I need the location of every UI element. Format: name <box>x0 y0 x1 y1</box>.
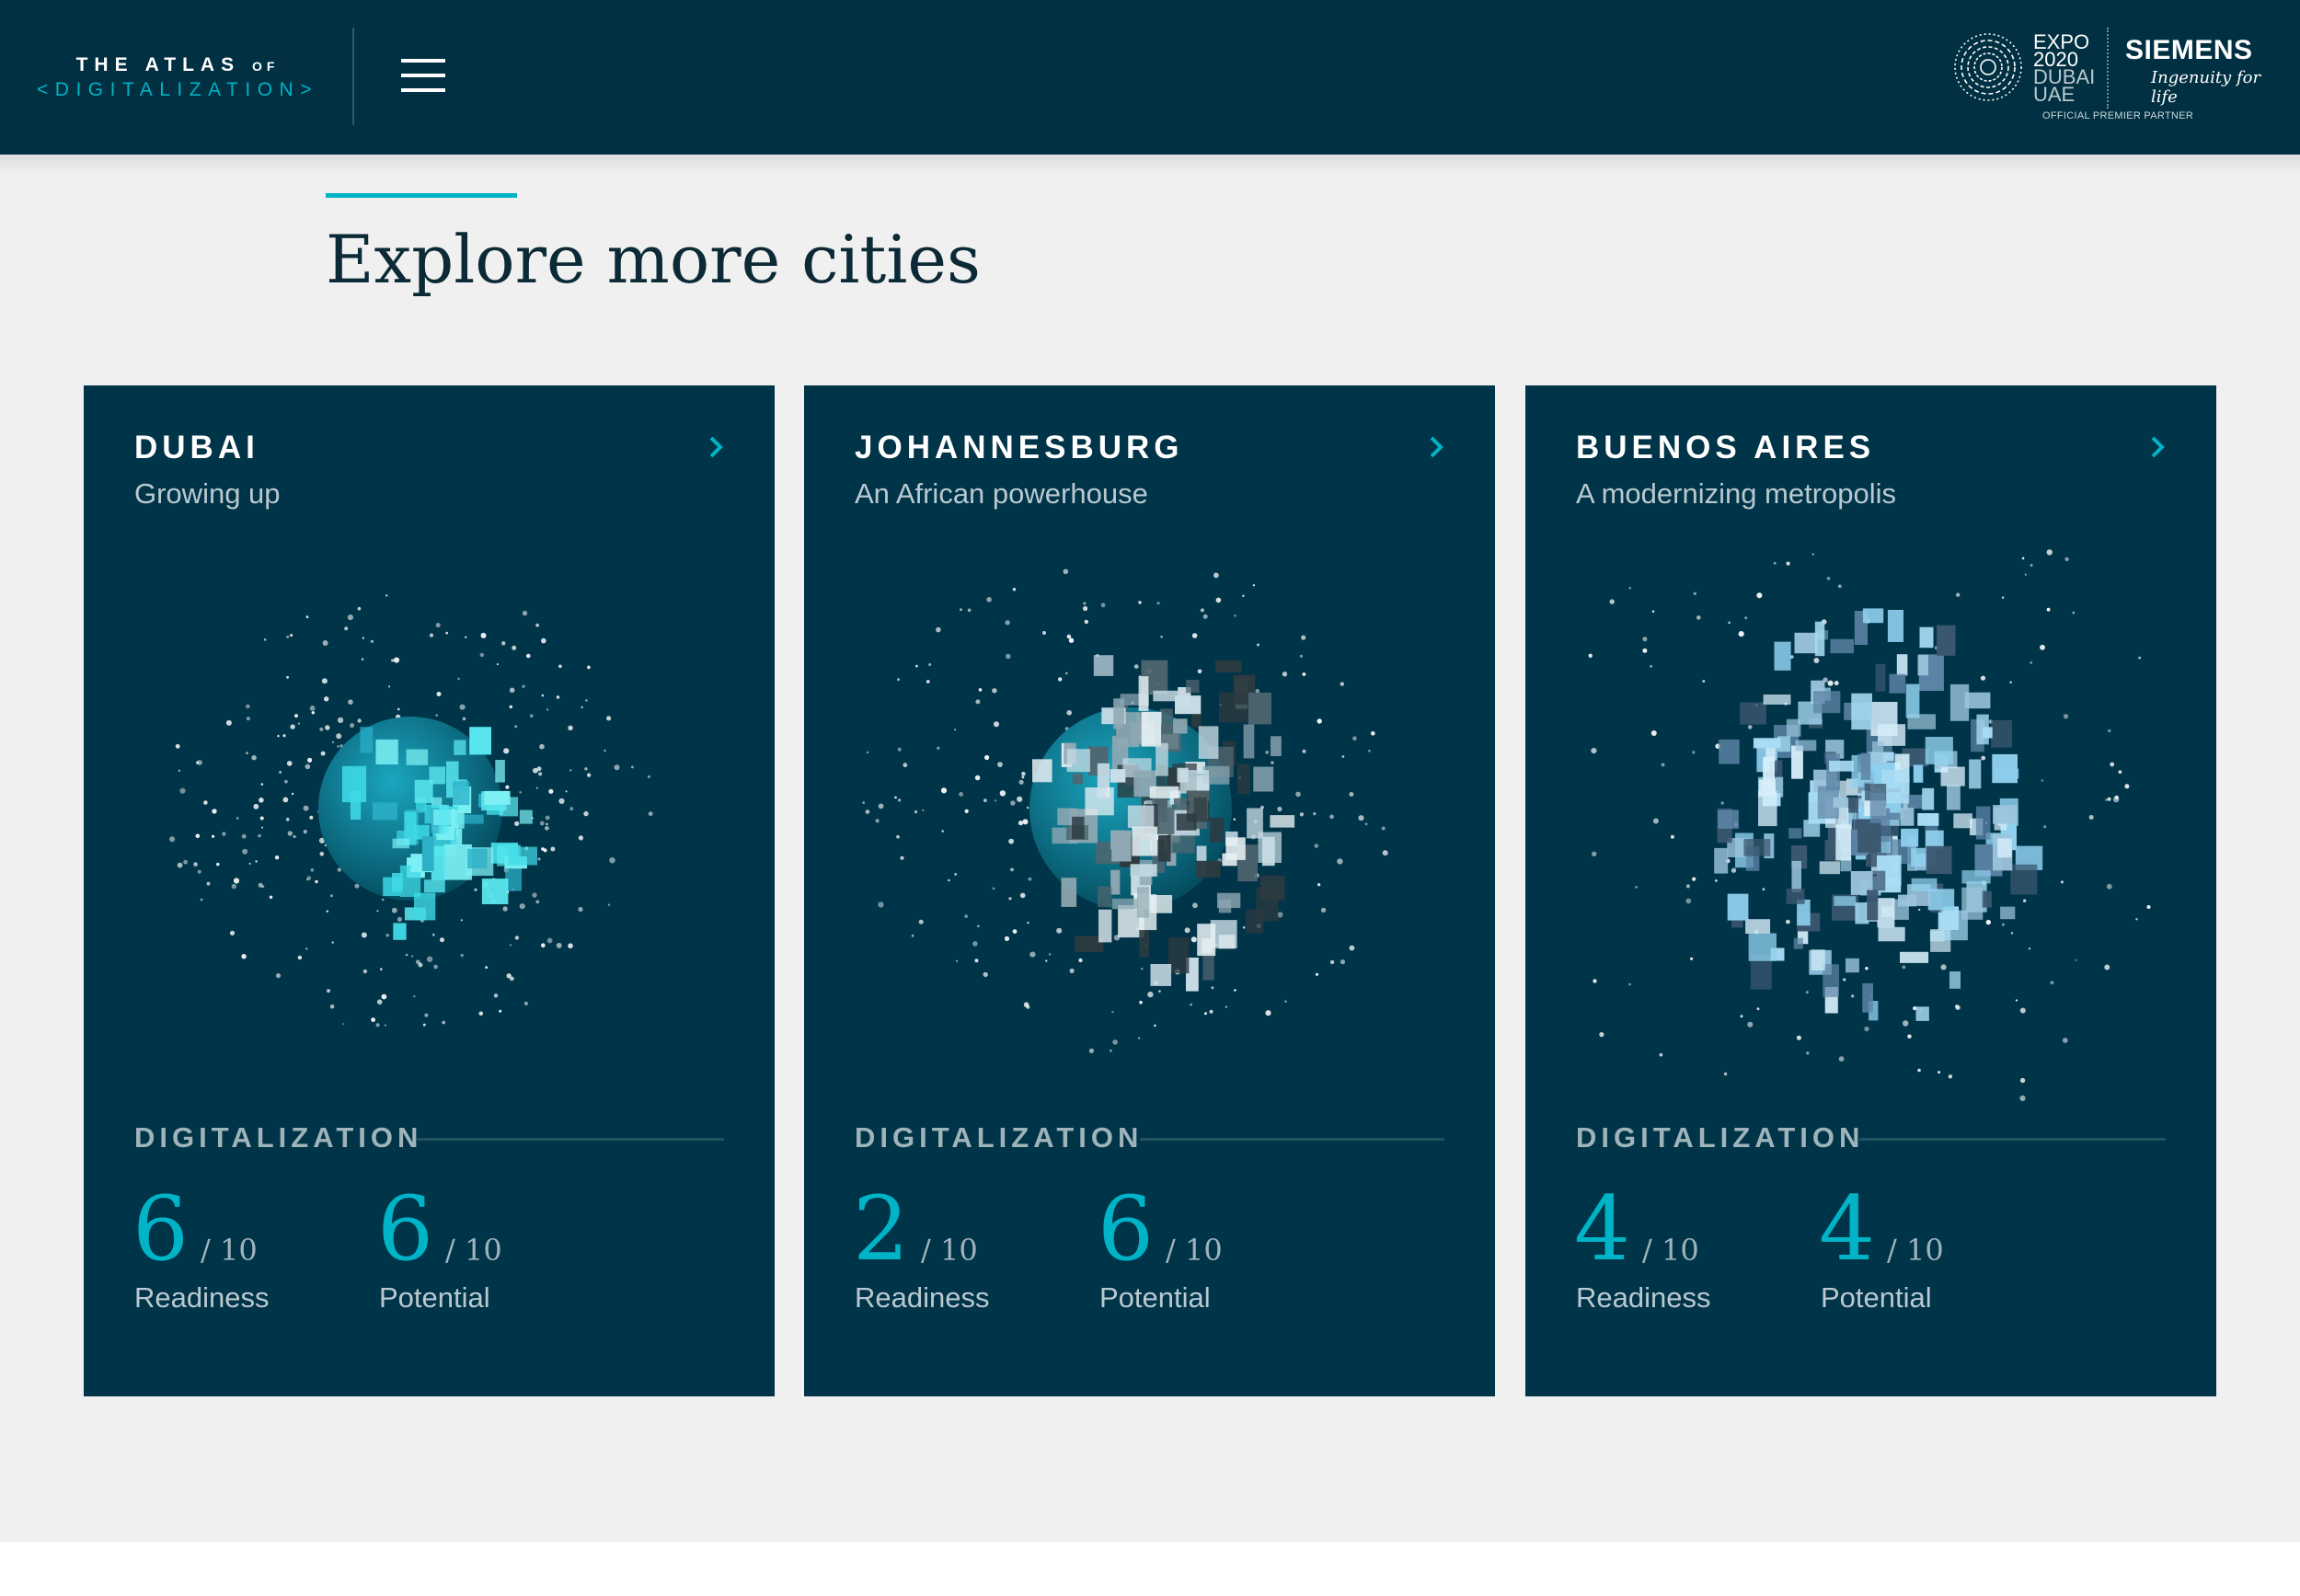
potential-value: 4 <box>1819 1177 1876 1280</box>
potential-max: / 10 <box>1887 1233 1944 1268</box>
readiness-value: 2 <box>853 1177 910 1280</box>
readiness-value: 4 <box>1574 1177 1631 1280</box>
chevron-right-icon[interactable] <box>2145 431 2170 463</box>
chevron-right-icon[interactable] <box>703 431 729 463</box>
readiness-value: 6 <box>132 1177 190 1280</box>
readiness-score: 2 / 10 Readiness <box>853 1177 1085 1314</box>
potential-label: Potential <box>379 1281 490 1314</box>
readiness-max: / 10 <box>921 1233 978 1268</box>
digitalization-globe-icon <box>169 594 653 1028</box>
readiness-max: / 10 <box>201 1233 258 1268</box>
potential-value: 6 <box>377 1177 434 1280</box>
title-accent-bar <box>326 193 517 198</box>
city-card-dubai[interactable]: DUBAI Growing up DIGITALIZATION 6 / 10 R… <box>84 385 775 1396</box>
digitalization-globe-icon <box>862 568 1388 1053</box>
hamburger-menu-icon[interactable] <box>396 55 453 98</box>
section-title: Explore more cities <box>326 221 981 298</box>
chevron-right-icon[interactable] <box>1423 431 1449 463</box>
potential-score: 6 / 10 Potential <box>1098 1177 1329 1314</box>
partner-logo-group[interactable]: EXPO 2020 DUBAI UAE SIEMENS Ingenuity fo… <box>1941 22 2282 132</box>
partner-divider <box>2107 28 2109 109</box>
city-card-johannesburg[interactable]: JOHANNESBURG An African powerhouse DIGIT… <box>804 385 1495 1396</box>
digitalization-globe-icon <box>1588 549 2151 1101</box>
potential-label: Potential <box>1099 1281 1211 1314</box>
digitalization-divider <box>417 1138 724 1141</box>
site-header: THE ATLAS OF <DIGITALIZATION> EXPO 2020 … <box>0 0 2300 155</box>
expo-wordmark: EXPO 2020 DUBAI UAE <box>2033 30 2096 106</box>
logo-subtitle: <DIGITALIZATION> <box>37 79 318 100</box>
potential-value: 6 <box>1098 1177 1155 1280</box>
card-city-subtitle: An African powerhouse <box>855 477 1148 510</box>
header-shadow <box>0 155 2300 175</box>
siemens-wordmark: SIEMENS <box>2125 35 2253 65</box>
potential-max: / 10 <box>445 1233 502 1268</box>
card-city-subtitle: Growing up <box>134 477 281 510</box>
partner-caption: OFFICIAL PREMIER PARTNER <box>2042 110 2194 121</box>
readiness-label: Readiness <box>855 1281 990 1314</box>
potential-label: Potential <box>1821 1281 1932 1314</box>
potential-max: / 10 <box>1166 1233 1223 1268</box>
card-city-name: BUENOS AIRES <box>1576 430 1876 465</box>
city-card-buenos-aires[interactable]: BUENOS AIRES A modernizing metropolis DI… <box>1525 385 2216 1396</box>
logo-title-of: OF <box>251 59 280 74</box>
siemens-tagline: Ingenuity for life <box>2151 68 2261 107</box>
card-city-name: JOHANNESBURG <box>855 430 1184 465</box>
digitalization-divider <box>1140 1138 1444 1141</box>
digitalization-label: DIGITALIZATION <box>855 1121 1144 1154</box>
readiness-max: / 10 <box>1642 1233 1699 1268</box>
card-city-subtitle: A modernizing metropolis <box>1576 477 1897 510</box>
logo-title: THE ATLAS <box>75 54 241 75</box>
readiness-label: Readiness <box>134 1281 270 1314</box>
readiness-score: 6 / 10 Readiness <box>132 1177 364 1314</box>
digitalization-label: DIGITALIZATION <box>1576 1121 1865 1154</box>
readiness-score: 4 / 10 Readiness <box>1574 1177 1806 1314</box>
atlas-logo[interactable]: THE ATLAS OF <DIGITALIZATION> <box>26 53 329 102</box>
expo-emblem-icon <box>1954 33 2022 101</box>
header-divider <box>352 28 354 125</box>
readiness-label: Readiness <box>1576 1281 1711 1314</box>
digitalization-label: DIGITALIZATION <box>134 1121 423 1154</box>
potential-score: 4 / 10 Potential <box>1819 1177 2051 1314</box>
digitalization-divider <box>1859 1138 2166 1141</box>
card-city-name: DUBAI <box>134 430 259 465</box>
potential-score: 6 / 10 Potential <box>377 1177 609 1314</box>
